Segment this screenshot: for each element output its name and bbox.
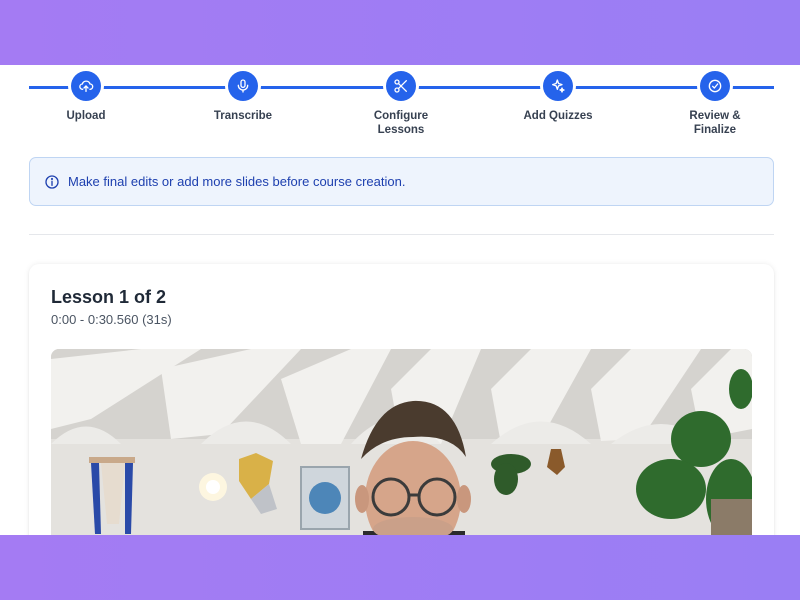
check-circle-icon <box>700 71 730 101</box>
sparkles-icon <box>543 71 573 101</box>
lesson-card: Lesson 1 of 2 0:00 - 0:30.560 (31s) <box>29 264 774 535</box>
section-divider <box>29 234 774 235</box>
microphone-icon <box>228 71 258 101</box>
background-band-top <box>0 0 800 65</box>
info-message: Make final edits or add more slides befo… <box>68 174 406 189</box>
info-icon <box>44 174 60 190</box>
info-banner: Make final edits or add more slides befo… <box>29 157 774 206</box>
lesson-time-range: 0:00 - 0:30.560 (31s) <box>51 312 172 327</box>
lesson-title: Lesson 1 of 2 <box>51 287 167 307</box>
step-configure-lessons[interactable]: Configure Lessons <box>346 71 456 137</box>
step-upload[interactable]: Upload <box>31 71 141 123</box>
step-label: Configure Lessons <box>373 110 429 136</box>
cloud-upload-icon <box>71 71 101 101</box>
step-add-quizzes[interactable]: Add Quizzes <box>503 71 613 123</box>
step-label: Upload <box>66 110 106 122</box>
step-label: Transcribe <box>213 110 273 122</box>
video-preview[interactable] <box>51 349 752 535</box>
step-label: Add Quizzes <box>523 110 593 122</box>
scissors-icon <box>386 71 416 101</box>
progress-stepper: Upload Transcribe Configure Lessons Add … <box>0 65 800 145</box>
step-label: Review & Finalize <box>689 110 741 136</box>
course-builder-page: Upload Transcribe Configure Lessons Add … <box>0 65 800 535</box>
step-transcribe[interactable]: Transcribe <box>188 71 298 123</box>
background-band-bottom <box>0 535 800 600</box>
step-review-finalize[interactable]: Review & Finalize <box>660 71 770 137</box>
